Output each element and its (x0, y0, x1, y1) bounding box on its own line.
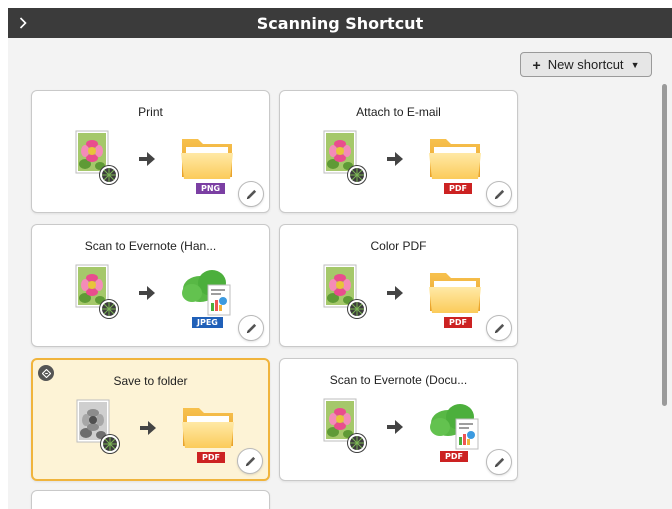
folder-icon (428, 267, 482, 315)
pencil-icon (493, 456, 506, 469)
color-scan-icon (323, 398, 373, 460)
arrow-right-icon (387, 152, 403, 166)
title-bar: Scanning Shortcut (8, 8, 672, 38)
shortcut-label: Print (138, 105, 163, 119)
arrow-right-icon (387, 420, 403, 434)
file-format-badge: PDF (440, 451, 468, 462)
new-shortcut-button[interactable]: + New shortcut ▼ (520, 52, 652, 77)
file-format-badge: PDF (197, 452, 225, 463)
arrow-right-icon (140, 421, 156, 435)
shortcut-card[interactable]: Attach to E-mail PDF (279, 90, 518, 213)
edit-shortcut-button[interactable] (237, 448, 263, 474)
edit-shortcut-button[interactable] (486, 315, 512, 341)
edit-shortcut-button[interactable] (238, 315, 264, 341)
pencil-icon (244, 455, 257, 468)
vertical-scrollbar[interactable] (662, 84, 667, 406)
shortcut-label: Attach to E-mail (356, 105, 441, 119)
file-format-badge: PDF (444, 317, 472, 328)
shortcut-card[interactable]: Save to folder PDF (31, 358, 270, 481)
grayscale-scan-icon (76, 399, 126, 461)
color-scan-icon (323, 264, 373, 326)
dropdown-caret-icon: ▼ (630, 59, 640, 70)
evernote-icon (428, 401, 482, 450)
evernote-icon (180, 267, 234, 316)
color-scan-icon (75, 130, 125, 192)
arrow-right-icon (139, 152, 155, 166)
shortcut-card[interactable]: Scan to Evernote (Han... JPEG (31, 224, 270, 347)
file-format-badge: PNG (196, 183, 226, 194)
pencil-icon (245, 322, 258, 335)
shortcut-panel: + New shortcut ▼ Print PNG Attach to E-m… (8, 38, 672, 509)
folder-icon (428, 133, 482, 181)
shortcut-card-partial[interactable] (31, 490, 270, 509)
pencil-icon (493, 188, 506, 201)
new-shortcut-label: New shortcut (547, 57, 624, 72)
shortcut-label: Save to folder (113, 374, 188, 388)
file-format-badge: JPEG (192, 317, 223, 328)
shortcut-card[interactable]: Scan to Evernote (Docu... PDF (279, 358, 518, 481)
plus-icon: + (532, 56, 541, 73)
shortcut-card[interactable]: Color PDF PDF (279, 224, 518, 347)
shortcut-label: Scan to Evernote (Han... (84, 239, 217, 253)
arrow-right-icon (387, 286, 403, 300)
pencil-icon (493, 322, 506, 335)
folder-icon (180, 133, 234, 181)
file-format-badge: PDF (444, 183, 472, 194)
shortcut-card[interactable]: Print PNG (31, 90, 270, 213)
edit-shortcut-button[interactable] (486, 181, 512, 207)
color-scan-icon (323, 130, 373, 192)
folder-icon (181, 402, 235, 450)
shortcut-label: Color PDF (370, 239, 427, 253)
shortcut-label: Scan to Evernote (Docu... (329, 373, 468, 387)
color-scan-icon (75, 264, 125, 326)
edit-shortcut-button[interactable] (238, 181, 264, 207)
arrow-right-icon (139, 286, 155, 300)
window-title: Scanning Shortcut (256, 13, 424, 33)
pencil-icon (245, 188, 258, 201)
edit-shortcut-button[interactable] (486, 449, 512, 475)
